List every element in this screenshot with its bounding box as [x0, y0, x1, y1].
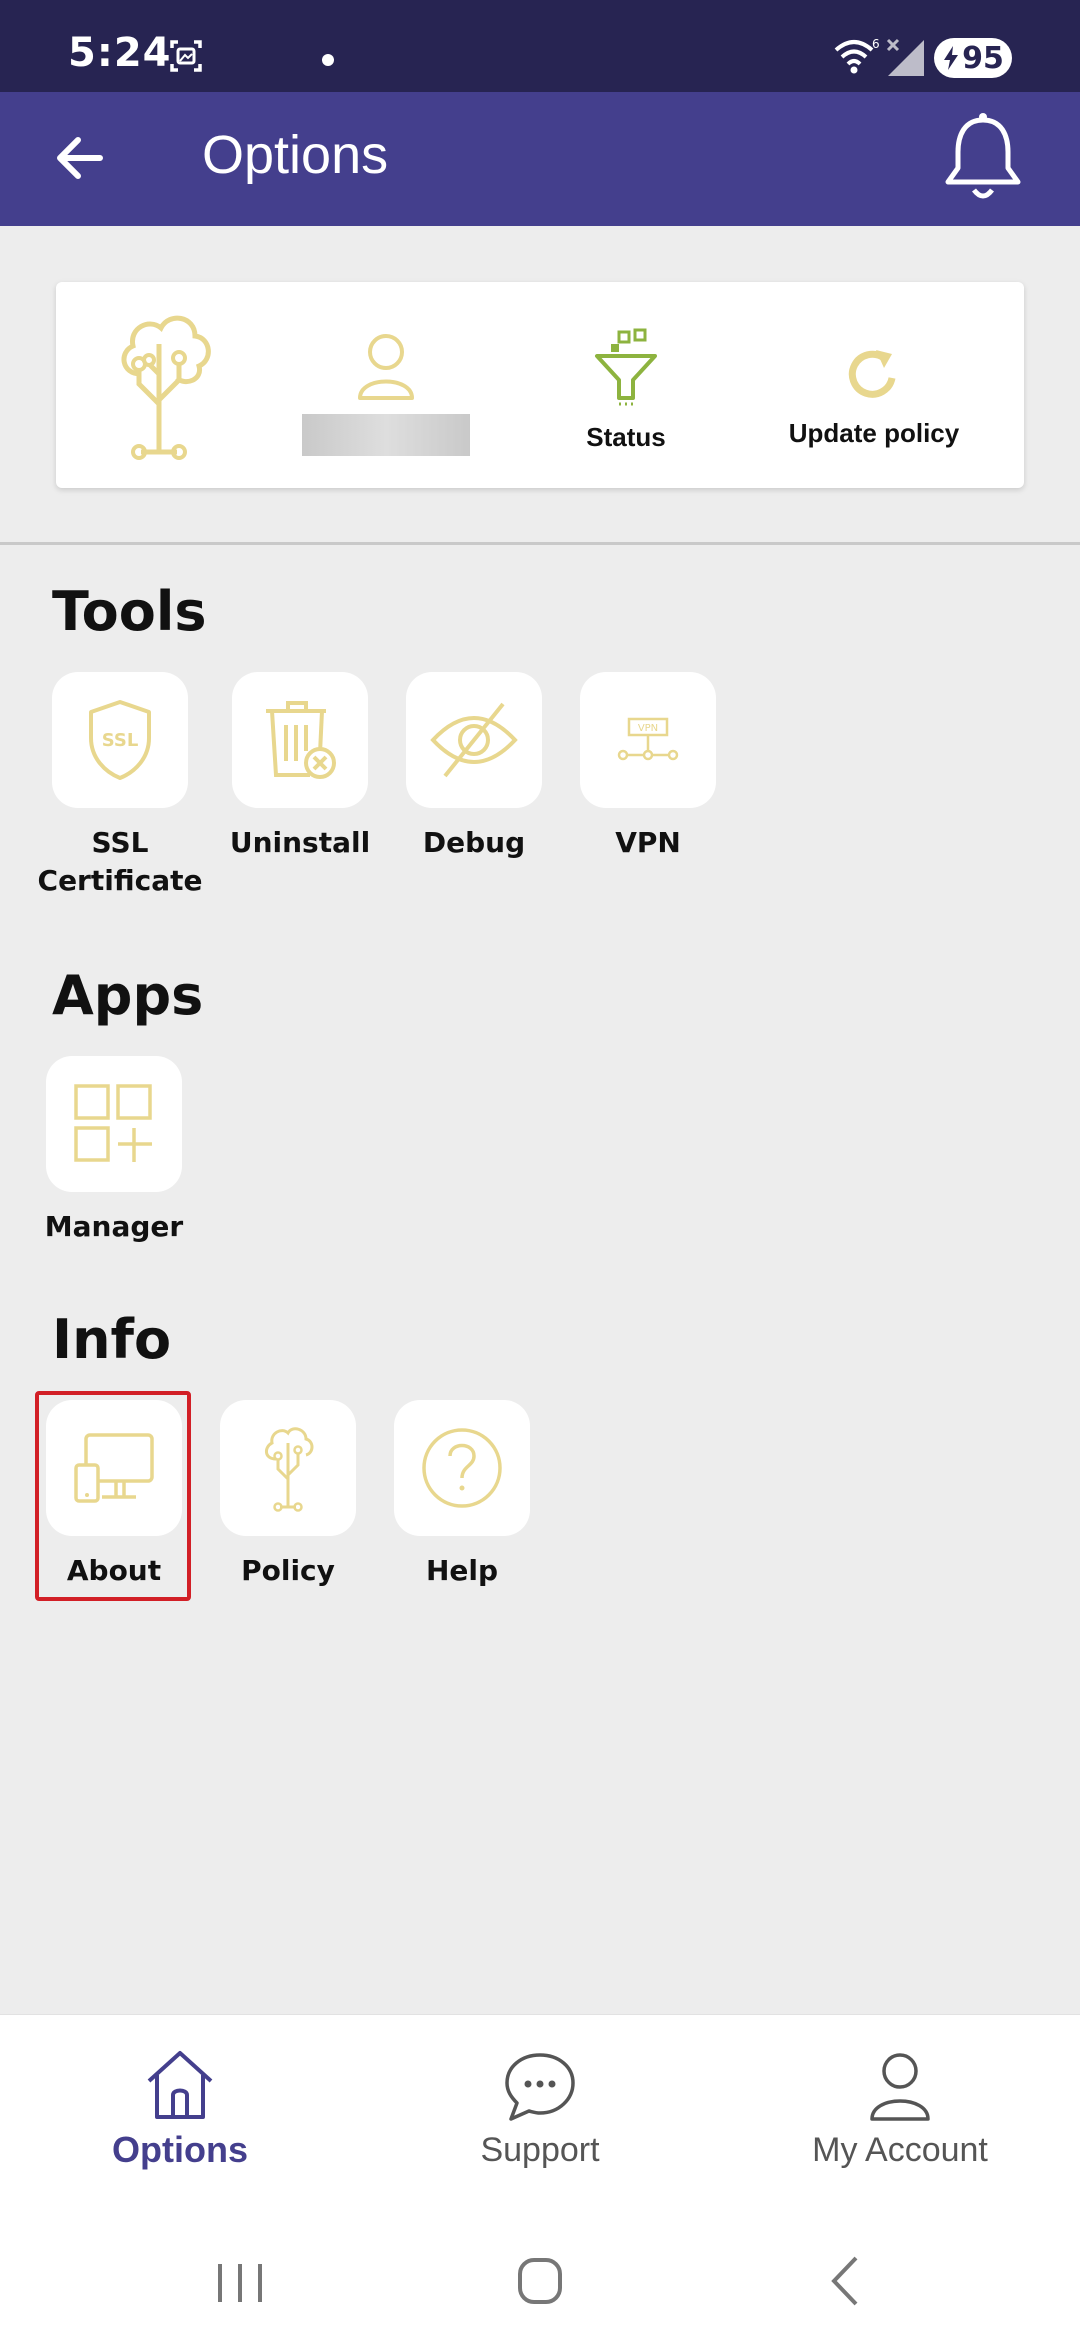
bell-icon[interactable]	[940, 110, 1026, 206]
manager-button[interactable]	[46, 1056, 182, 1192]
about-highlight-box	[35, 1391, 191, 1601]
nav-my-account[interactable]: My Account	[750, 2015, 1050, 2221]
eye-off-icon	[430, 702, 518, 778]
trash-icon	[266, 701, 336, 779]
refresh-icon	[848, 350, 896, 398]
manager-label: Manager	[44, 1210, 184, 1243]
page-title: Options	[202, 125, 389, 185]
help-label: Help	[425, 1554, 499, 1587]
bottom-navigation: Options Support My Account	[0, 2014, 1080, 2220]
top-card: Status Update policy	[56, 282, 1024, 488]
brand-logo	[96, 282, 236, 488]
status-time: 5:24	[68, 30, 172, 76]
status-label: Status	[586, 422, 666, 452]
question-icon	[422, 1428, 502, 1508]
ssl-certificate-button[interactable]: SSL	[52, 672, 188, 808]
vpn-button[interactable]: VPN	[580, 672, 716, 808]
status-button[interactable]: Status	[526, 282, 726, 488]
system-back-icon[interactable]	[804, 2246, 884, 2316]
nav-options-label: Options	[112, 2129, 248, 2170]
section-title-apps: Apps	[52, 964, 204, 1027]
back-arrow-icon[interactable]	[50, 128, 110, 188]
policy-button[interactable]	[220, 1400, 356, 1536]
recent-apps-icon[interactable]	[200, 2246, 280, 2316]
notification-dot	[322, 54, 334, 66]
nav-options[interactable]: Options	[30, 2015, 330, 2221]
update-policy-label: Update policy	[788, 418, 960, 448]
nav-my-account-label: My Account	[812, 2131, 988, 2169]
uninstall-button[interactable]	[232, 672, 368, 808]
user-icon	[358, 334, 414, 400]
nav-support-label: Support	[480, 2131, 600, 2169]
svg-text:6: 6	[872, 37, 880, 51]
user-profile[interactable]	[286, 282, 486, 488]
app-bar: Options	[0, 92, 1080, 226]
section-title-tools: Tools	[52, 580, 207, 643]
vpn-icon: VPN	[617, 717, 679, 761]
home-icon	[147, 2051, 213, 2119]
chat-bubble-icon	[505, 2053, 575, 2121]
tree-logo-icon	[121, 315, 211, 460]
nav-support[interactable]: Support	[390, 2015, 690, 2221]
help-button[interactable]	[394, 1400, 530, 1536]
tree-icon	[265, 1427, 314, 1512]
debug-button[interactable]	[406, 672, 542, 808]
battery-indicator: 95	[934, 38, 1012, 78]
home-circle-icon[interactable]	[500, 2246, 580, 2316]
svg-text:VPN: VPN	[638, 723, 658, 734]
ssl-shield-icon: SSL	[89, 700, 151, 780]
divider	[0, 542, 1080, 545]
system-navigation-bar	[0, 2220, 1080, 2340]
blurred-username	[302, 414, 470, 456]
signal-icon	[886, 38, 924, 76]
section-title-info: Info	[52, 1308, 172, 1371]
status-bar: 5:24 6 95	[0, 0, 1080, 92]
apps-add-icon	[74, 1084, 152, 1162]
charging-bolt-icon	[944, 46, 959, 70]
update-policy-button[interactable]: Update policy	[764, 282, 984, 488]
account-icon	[870, 2053, 930, 2121]
vpn-label: VPN	[615, 826, 681, 859]
screenshot-icon	[170, 40, 202, 72]
battery-level: 95	[962, 40, 1004, 76]
wifi-icon: 6	[834, 37, 880, 74]
funnel-icon	[595, 328, 657, 406]
svg-text:SSL: SSL	[102, 730, 139, 751]
